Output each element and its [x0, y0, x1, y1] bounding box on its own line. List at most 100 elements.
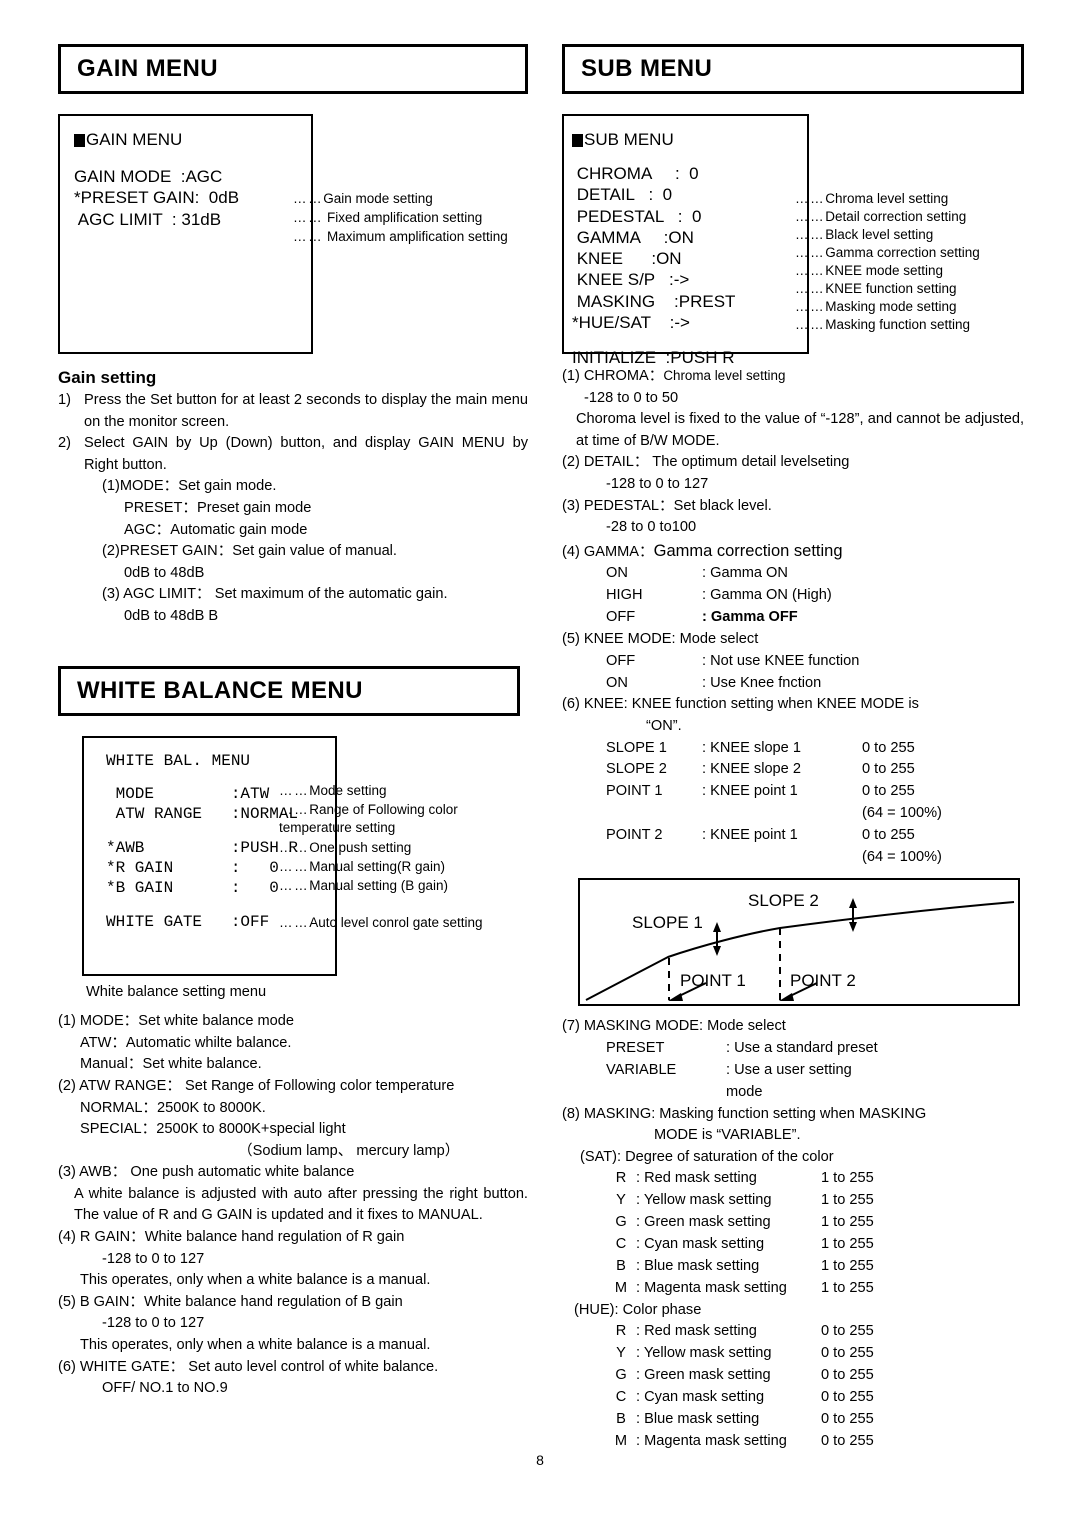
sat-desc: : Magenta mask setting [636, 1279, 787, 1296]
sat-range: 1 to 255 [821, 1192, 874, 1209]
point2-label: POINT 2 [790, 971, 856, 990]
sub-osd-title-text: SUB MENU [584, 130, 674, 149]
sub-menu-banner-title: SUB MENU [581, 55, 713, 82]
sub-item-6: (6) KNEE: KNEE function setting when KNE… [562, 696, 919, 713]
sub-osd-line: KNEE :ON [572, 249, 682, 268]
sub-annotation-text: Gamma correction setting [825, 245, 980, 260]
gain-setting-section: Gain setting 1) Press the Set button for… [58, 368, 528, 628]
sat-desc: : Cyan mask setting [636, 1236, 765, 1253]
gain-step: 2) Select GAIN by Up (Down) button, and … [58, 433, 528, 476]
wb-item: This operates, only when a white balance… [80, 1272, 431, 1289]
slope2-label: SLOPE 2 [748, 891, 819, 910]
gain-sub-item: (1)MODE：Set gain mode. [102, 478, 277, 495]
gamma-row: ON : Gamma ON [562, 563, 1024, 585]
leader-dots: …… [795, 191, 826, 206]
knee-mode-option-name: OFF [606, 652, 636, 669]
white-balance-osd-figure: WHITE BAL. MENU MODE :ATW ATW RANGE :NOR… [58, 735, 528, 976]
gain-setting-heading: Gain setting [58, 368, 157, 387]
leader-dots: …… [795, 317, 826, 332]
sat-channel: R [615, 1170, 627, 1187]
wb-annotation: ……Manual setting (B gain) [279, 877, 448, 895]
sub-item-3-range: -28 to 0 to100 [606, 519, 697, 536]
sat-channel: Y [616, 1192, 626, 1209]
wb-annotation: ……One push setting [279, 839, 411, 857]
sat-desc: : Green mask setting [636, 1214, 771, 1231]
knee-param-name: POINT 1 [606, 783, 663, 800]
gain-osd-title-text: GAIN MENU [86, 130, 183, 149]
gamma-option-desc: : Gamma ON [702, 565, 788, 582]
sub-osd-line: *HUE/SAT :-> [572, 312, 690, 332]
sub-item-8: (8) MASKING: Masking function setting wh… [562, 1105, 927, 1122]
masking-mode-row: PRESET : Use a standard preset [562, 1038, 1024, 1060]
wb-annotation-text: Mode setting [309, 782, 387, 798]
sub-item-1-range: -128 to 0 to 50 [584, 389, 679, 406]
leader-dots: …… [795, 299, 826, 314]
hue-channel: Y [616, 1345, 626, 1362]
hue-range: 0 to 255 [821, 1323, 874, 1340]
knee-param-name: SLOPE 2 [606, 761, 667, 778]
hue-row: B : Blue mask setting 0 to 255 [562, 1409, 1024, 1431]
gamma-option-name: OFF [606, 609, 636, 626]
sat-range: 1 to 255 [821, 1170, 874, 1187]
leader-dots: …… [293, 191, 324, 206]
wb-item: （Sodium lamp、 mercury lamp） [238, 1142, 460, 1159]
knee-curve-figure: SLOPE 1 SLOPE 2 POINT 1 POINT 2 [578, 878, 1020, 1007]
wb-item: SPECIAL：2500K to 8000K+special light [80, 1121, 346, 1138]
gain-menu-banner: GAIN MENU [58, 44, 528, 94]
sub-item-4-desc: Gamma correction setting [653, 541, 843, 560]
hue-range: 0 to 255 [821, 1388, 874, 1405]
hue-desc: : Magenta mask setting [636, 1432, 787, 1449]
gain-sub-item: (2)PRESET GAIN：Set gain value of manual. [102, 543, 397, 560]
hue-range: 0 to 255 [821, 1432, 874, 1449]
hue-row: M : Magenta mask setting 0 to 255 [562, 1431, 1024, 1453]
masking-mode-desc: : Use a standard preset [726, 1039, 878, 1056]
masking-mode-name: VARIABLE [606, 1061, 677, 1078]
gamma-option-desc: : Gamma ON (High) [702, 587, 832, 604]
wb-item: (6) WHITE GATE： Set auto level control o… [58, 1358, 439, 1375]
sub-annotation-text: Chroma level setting [825, 191, 949, 206]
sub-annotation: ……Chroma level setting [795, 190, 948, 208]
wb-item: -128 to 0 to 127 [102, 1250, 205, 1267]
knee-param-range: 0 to 255 [862, 739, 915, 756]
sat-range: 1 to 255 [821, 1279, 874, 1296]
gain-step-text: Press the Set button for at least 2 seco… [84, 392, 528, 430]
hue-row: Y : Yellow mask setting 0 to 255 [562, 1343, 1024, 1365]
document-page: GAIN MENU GAIN MENU GAIN MODE :AGC *PRES… [0, 0, 1080, 1527]
gain-osd-box: GAIN MENU GAIN MODE :AGC *PRESET GAIN: 0… [58, 114, 313, 354]
wb-osd-title: WHITE BAL. MENU [106, 751, 251, 770]
sub-annotation: ……Gamma correction setting [795, 244, 980, 262]
white-balance-items: (1) MODE：Set white balance mode ATW：Auto… [58, 1011, 528, 1400]
sub-item-5: (5) KNEE MODE: Mode select [562, 631, 759, 648]
sub-item-1-note: Choroma level is fixed to the value of “… [576, 411, 1024, 449]
slope1-arrow-head-up [713, 922, 721, 933]
sub-item-3: (3) PEDESTAL：Set black level. [562, 497, 772, 514]
sub-item-6-cont: “ON”. [646, 717, 682, 734]
point2-arrow-head [779, 993, 794, 1002]
leader-dots: …… [795, 227, 826, 242]
gamma-option-name: HIGH [606, 587, 643, 604]
sub-item-7: (7) MASKING MODE: Mode select [562, 1018, 786, 1035]
slope1-label: SLOPE 1 [632, 913, 703, 932]
hue-row: G : Green mask setting 0 to 255 [562, 1365, 1024, 1387]
wb-item: -128 to 0 to 127 [102, 1315, 205, 1332]
left-column: GAIN MENU GAIN MENU GAIN MODE :AGC *PRES… [58, 44, 528, 1400]
sat-channel: B [616, 1257, 626, 1274]
wb-annotation: ……Auto level conrol gate setting [279, 914, 483, 932]
sub-item-2-range: -128 to 0 to 127 [606, 475, 709, 492]
knee-param-desc: : KNEE slope 1 [702, 739, 801, 756]
knee-param-range: 0 to 255 [862, 761, 915, 778]
sub-osd-line: GAMMA :ON [572, 227, 694, 247]
wb-item: This operates, only when a white balance… [80, 1337, 431, 1354]
gain-sub-item: 0dB to 48dB B [124, 607, 219, 624]
sat-header: (SAT): Degree of saturation of the color [580, 1148, 834, 1165]
wb-item: (3) AWB： One push automatic white balanc… [58, 1164, 355, 1181]
leader-dots: …… [279, 801, 310, 817]
wb-annotation-text: Manual setting (B gain) [309, 877, 449, 893]
knee-param-row: SLOPE 2 : KNEE slope 2 0 to 255 [562, 759, 1024, 781]
gain-step-number: 2) [58, 435, 71, 452]
sub-item-4: (4) GAMMA：Gamma correction setting [562, 539, 1024, 564]
point1-arrow-head [668, 993, 683, 1002]
hue-row: R : Red mask setting 0 to 255 [562, 1321, 1024, 1343]
wb-annotation-text: Auto level conrol gate setting [309, 914, 483, 930]
knee-mode-option-name: ON [606, 674, 628, 691]
